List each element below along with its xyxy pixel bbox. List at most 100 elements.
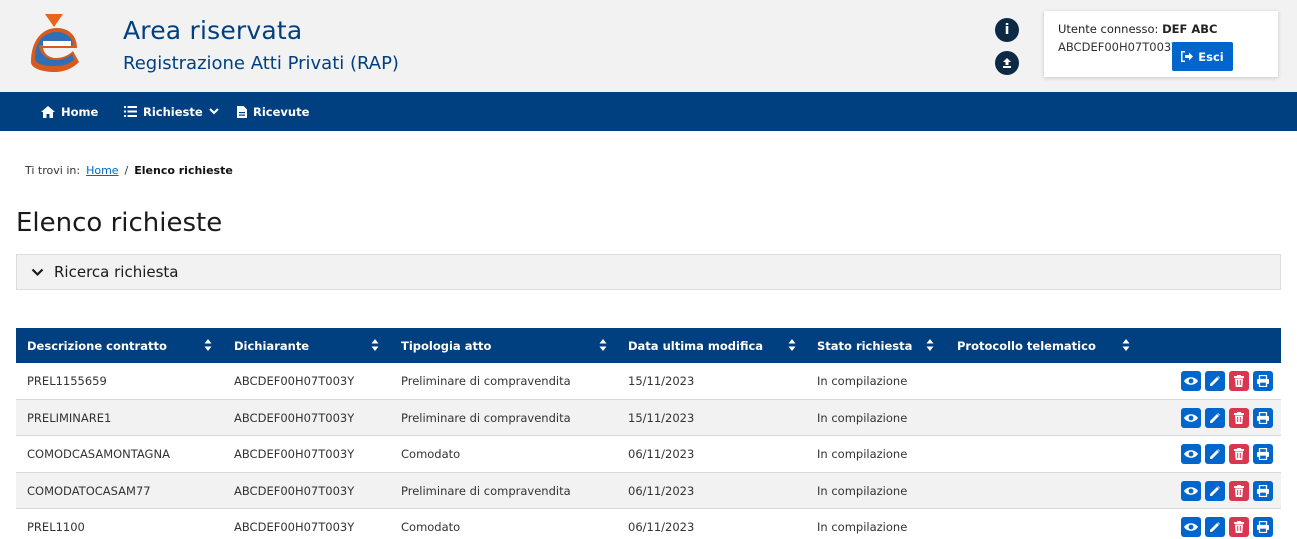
sort-icon[interactable] bbox=[599, 338, 607, 352]
breadcrumb-current: Elenco richieste bbox=[134, 164, 233, 177]
chevron-down-icon bbox=[31, 268, 44, 276]
cell-status: In compilazione bbox=[817, 374, 908, 388]
cell-act-type: Comodato bbox=[401, 520, 461, 534]
print-icon[interactable] bbox=[1253, 444, 1273, 464]
edit-icon[interactable] bbox=[1205, 517, 1225, 537]
cell-declarant: ABCDEF00H07T003Y bbox=[234, 520, 355, 534]
delete-icon[interactable] bbox=[1229, 444, 1249, 464]
logout-label: Esci bbox=[1198, 49, 1224, 64]
cell-declarant: ABCDEF00H07T003Y bbox=[234, 483, 355, 498]
page-title: Elenco richieste bbox=[16, 208, 223, 238]
user-name: DEF ABC bbox=[1162, 22, 1218, 36]
view-icon[interactable] bbox=[1181, 407, 1201, 428]
cell-declarant: ABCDEF00H07T003Y bbox=[234, 374, 355, 388]
chevron-down-icon bbox=[208, 108, 219, 115]
sort-icon[interactable] bbox=[788, 338, 796, 352]
app-header: Area riservata Registrazione Atti Privat… bbox=[0, 0, 1297, 92]
delete-icon[interactable] bbox=[1229, 480, 1249, 501]
user-panel: Utente connesso: DEF ABC ABCDEF00H07T003… bbox=[1044, 11, 1278, 77]
table-row: COMODATOCASAM77 ABCDEF00H07T003Y Prelimi… bbox=[16, 472, 1281, 509]
edit-icon[interactable] bbox=[1205, 444, 1225, 464]
cell-last-modified: 06/11/2023 bbox=[628, 447, 695, 461]
sort-icon[interactable] bbox=[204, 338, 212, 352]
row-actions bbox=[1181, 407, 1273, 428]
print-icon[interactable] bbox=[1253, 407, 1273, 428]
info-icon[interactable]: i bbox=[995, 18, 1019, 42]
sort-icon[interactable] bbox=[371, 338, 379, 352]
view-icon[interactable] bbox=[1181, 517, 1201, 537]
list-icon bbox=[124, 106, 137, 117]
view-icon[interactable] bbox=[1181, 371, 1201, 391]
sign-out-icon bbox=[1181, 51, 1194, 62]
column-header-description[interactable]: Descrizione contratto bbox=[27, 328, 167, 363]
upload-icon[interactable] bbox=[995, 51, 1019, 75]
app-subtitle: Registrazione Atti Privati (RAP) bbox=[123, 53, 399, 74]
cell-act-type: Preliminare di compravendita bbox=[401, 374, 571, 388]
cell-act-type: Preliminare di compravendita bbox=[401, 410, 571, 425]
edit-icon[interactable] bbox=[1205, 371, 1225, 391]
cell-last-modified: 06/11/2023 bbox=[628, 483, 695, 498]
sort-icon[interactable] bbox=[926, 338, 934, 352]
upload-arrow-icon bbox=[1003, 58, 1011, 68]
cell-status: In compilazione bbox=[817, 520, 908, 534]
table-row: COMODCASAMONTAGNA ABCDEF00H07T003Y Comod… bbox=[16, 436, 1281, 473]
user-connected: Utente connesso: DEF ABC bbox=[1058, 22, 1217, 36]
delete-icon[interactable] bbox=[1229, 407, 1249, 428]
cell-description: PREL1100 bbox=[27, 520, 85, 534]
column-header-declarant[interactable]: Dichiarante bbox=[234, 328, 309, 363]
cell-act-type: Preliminare di compravendita bbox=[401, 483, 571, 498]
print-icon[interactable] bbox=[1253, 371, 1273, 391]
user-connected-label: Utente connesso: bbox=[1058, 22, 1159, 36]
sort-icon[interactable] bbox=[1122, 338, 1130, 352]
nav-home[interactable]: Home bbox=[41, 92, 98, 131]
requests-table: Descrizione contratto Dichiarante Tipolo… bbox=[16, 328, 1281, 539]
delete-icon[interactable] bbox=[1229, 517, 1249, 537]
home-icon bbox=[41, 105, 55, 118]
cell-status: In compilazione bbox=[817, 410, 908, 425]
column-header-protocol[interactable]: Protocollo telematico bbox=[957, 328, 1096, 363]
user-code: ABCDEF00H07T003Y bbox=[1058, 40, 1179, 54]
cell-declarant: ABCDEF00H07T003Y bbox=[234, 447, 355, 461]
table-row: PREL1155659 ABCDEF00H07T003Y Preliminare… bbox=[16, 363, 1281, 400]
agency-logo-icon bbox=[31, 14, 79, 72]
breadcrumb-home-link[interactable]: Home bbox=[86, 164, 118, 177]
nav-receipts[interactable]: Ricevute bbox=[237, 92, 309, 131]
table-row: PREL1100 ABCDEF00H07T003Y Comodato 06/11… bbox=[16, 509, 1281, 539]
edit-icon[interactable] bbox=[1205, 407, 1225, 428]
cell-description: PREL1155659 bbox=[27, 374, 107, 388]
cell-status: In compilazione bbox=[817, 483, 908, 498]
cell-act-type: Comodato bbox=[401, 447, 461, 461]
cell-last-modified: 15/11/2023 bbox=[628, 374, 695, 388]
main-navbar: Home Richieste Ricevute bbox=[0, 92, 1297, 131]
column-header-last-modified[interactable]: Data ultima modifica bbox=[628, 328, 763, 363]
cell-description: COMODCASAMONTAGNA bbox=[27, 447, 170, 461]
row-actions bbox=[1181, 371, 1273, 391]
cell-last-modified: 06/11/2023 bbox=[628, 520, 695, 534]
row-actions bbox=[1181, 517, 1273, 537]
table-row: PRELIMINARE1 ABCDEF00H07T003Y Preliminar… bbox=[16, 399, 1281, 436]
breadcrumb-separator: / bbox=[124, 164, 129, 177]
search-panel-label: Ricerca richiesta bbox=[54, 263, 179, 281]
cell-last-modified: 15/11/2023 bbox=[628, 410, 695, 425]
cell-status: In compilazione bbox=[817, 447, 908, 461]
nav-requests-label: Richieste bbox=[143, 104, 203, 119]
view-icon[interactable] bbox=[1181, 444, 1201, 464]
nav-requests[interactable]: Richieste bbox=[124, 92, 219, 131]
view-icon[interactable] bbox=[1181, 480, 1201, 501]
column-header-act-type[interactable]: Tipologia atto bbox=[401, 328, 491, 363]
nav-home-label: Home bbox=[61, 104, 99, 119]
search-panel-toggle[interactable]: Ricerca richiesta bbox=[16, 254, 1281, 290]
column-header-status[interactable]: Stato richiesta bbox=[817, 328, 912, 363]
cell-description: PRELIMINARE1 bbox=[27, 410, 112, 425]
nav-receipts-label: Ricevute bbox=[253, 104, 310, 119]
delete-icon[interactable] bbox=[1229, 371, 1249, 391]
print-icon[interactable] bbox=[1253, 517, 1273, 537]
breadcrumb-prefix: Ti trovi in: bbox=[25, 164, 81, 177]
app-title: Area riservata bbox=[123, 16, 303, 45]
cell-declarant: ABCDEF00H07T003Y bbox=[234, 410, 355, 425]
row-actions bbox=[1181, 444, 1273, 464]
logout-button[interactable]: Esci bbox=[1172, 42, 1233, 71]
file-icon bbox=[237, 105, 247, 118]
print-icon[interactable] bbox=[1253, 480, 1273, 501]
edit-icon[interactable] bbox=[1205, 480, 1225, 501]
